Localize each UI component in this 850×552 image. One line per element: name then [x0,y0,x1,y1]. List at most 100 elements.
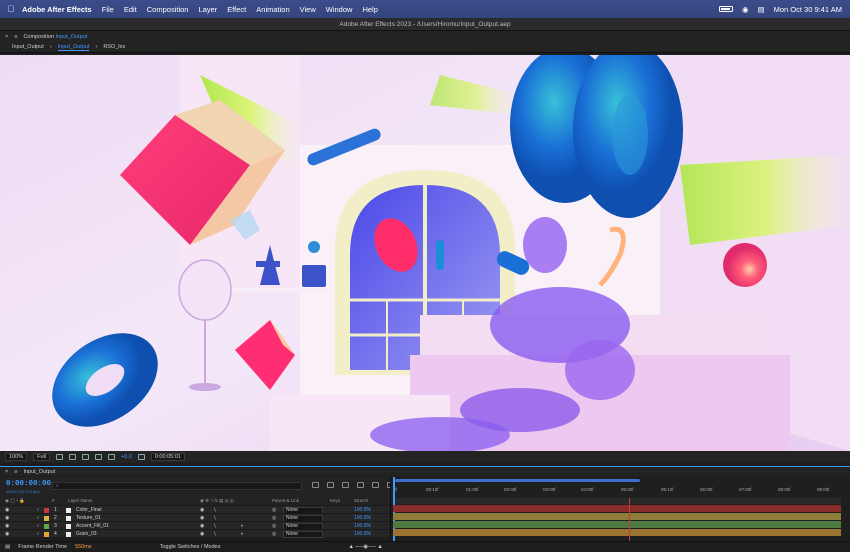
shy-switch-icon[interactable]: ◉ [200,531,204,537]
wifi-icon[interactable]: ◉ [742,5,749,14]
stretch-value[interactable]: 100.0% [354,531,371,537]
current-time[interactable]: 0:00:05:01 [150,453,185,461]
timeline-comp-tab[interactable]: Input_Output [23,469,55,475]
artwork-canvas [0,55,850,451]
shy-icon[interactable] [342,482,349,488]
timeline-header: × ≡ Input_Output [0,466,850,476]
menu-animation[interactable]: Animation [256,5,289,14]
grid-icon[interactable] [68,454,76,460]
clock[interactable]: Mon Oct 30 9:41 AM [774,5,842,14]
label-color[interactable] [44,523,49,529]
close-icon[interactable]: × [5,469,8,475]
composition-name: Input_Output [55,33,88,40]
zoom-slider[interactable]: ▲ ──◉── ▲ [348,544,382,550]
channel-icon[interactable] [94,454,102,460]
col-parent: Parent & Link [272,498,300,503]
menu-composition[interactable]: Composition [147,5,189,14]
composition-label: Composition [23,33,55,40]
layer-bar[interactable] [393,529,841,536]
frame-blend-icon[interactable] [357,482,364,488]
ruler-tick: 05:12f [661,487,674,492]
ruler-tick: 09:00f [817,487,830,492]
app-menu[interactable]: Adobe After Effects [22,5,92,14]
menu-effect[interactable]: Effect [227,5,246,14]
menu-icon[interactable]: ≡ [14,34,17,40]
timecode[interactable]: 0:00:00:00 [6,480,51,488]
menu-icon[interactable]: ≡ [14,469,17,475]
close-icon[interactable]: × [5,34,8,40]
layer-number: 4 [54,531,57,537]
av-icons: ◉ ◯ • 🔒 [5,498,25,503]
layer-bar[interactable] [393,513,841,520]
expand-icon[interactable]: › [37,531,39,537]
layer-row[interactable]: ◉ › 1 Color_Final ◉ ∖ ◎ None 100.0% [0,505,390,514]
col-stretch: Stretch [354,498,369,503]
motion-blur-icon[interactable] [372,482,379,488]
label-color[interactable] [44,531,49,537]
chevron-left-icon[interactable]: ‹ [50,44,52,50]
control-center-icon[interactable]: ▤ [758,5,765,14]
window-title: Adobe After Effects 2023 - /Users/Hiromu… [0,18,850,31]
ruler-tick: 02:00f [504,487,517,492]
resolution-select[interactable]: Full [33,453,50,461]
menu-layer[interactable]: Layer [198,5,217,14]
tab-rso-lex[interactable]: RSO_lex [103,44,125,50]
layer-row[interactable]: ◉ › 2 Texture_01 ◉ ∖ ◎ None 100.0% [0,513,390,522]
menu-window[interactable]: Window [326,5,353,14]
switches-icons: ◉ ✻ ∖ fx ▤ ◎ ◎ [200,498,234,503]
layer-name[interactable]: Grain_03 [76,531,97,537]
layer-bar[interactable] [393,521,841,528]
pickwhip-icon[interactable]: ◎ [272,531,276,537]
visibility-icon[interactable]: ◉ [5,531,9,537]
tab-input-output[interactable]: Input_Output [12,44,44,50]
quality-switch-icon[interactable]: ∖ [213,531,216,537]
tab-input-output-active[interactable]: Input_Output [57,44,90,51]
composition-viewer[interactable] [0,55,850,451]
ruler-tick: 06:00f [700,487,713,492]
adjustment-icon[interactable]: ◑ [240,531,243,537]
timeline-scroll[interactable] [393,498,841,504]
comp-icon[interactable]: ▤ [5,544,10,550]
battery-icon[interactable] [718,6,733,12]
layer-row[interactable]: ◉ › 3 Accent_Fill_01 ◉ ∖ ◑ ◎ None 100.0% [0,521,390,530]
label-color[interactable] [44,507,49,513]
toggle-switches-button[interactable]: Toggle Switches / Modes [160,544,221,550]
col-layer-name[interactable]: Layer Name [68,498,93,503]
timeline-footer: ▤ Frame Render Time 550ms Toggle Switche… [0,541,850,552]
mask-icon[interactable] [81,454,89,460]
ruler-tick: 04:00f [581,487,594,492]
apple-icon[interactable]:  [0,4,22,14]
col-num: # [52,498,55,503]
composition-panel-header: × ≡ Composition Input_Output [0,31,850,42]
zoom-select[interactable]: 100% [5,453,28,461]
menu-edit[interactable]: Edit [124,5,137,14]
col-keys: Keys [330,498,341,503]
menu-help[interactable]: Help [362,5,377,14]
exposure-value[interactable]: +0.0 [121,454,132,460]
ruler-tick: 07:00f [739,487,752,492]
work-area-bar[interactable] [395,479,640,482]
region-icon[interactable] [55,454,63,460]
layer-type-icon [66,523,71,529]
layer-type-icon [66,531,71,537]
layer-row[interactable]: ◉ › 4 Grain_03 ◉ ∖ ◑ ◎ None 100.0% [0,529,390,538]
render-time: 550ms [75,544,92,550]
label-color[interactable] [44,515,49,521]
ruler-tick: 05:00f [621,487,634,492]
comp-flowchart-icon[interactable] [312,482,319,488]
layer-search-input[interactable]: ⌕ [52,482,302,490]
ruler-tick: 01:00f [466,487,479,492]
menu-file[interactable]: File [102,5,114,14]
composition-tabs: Input_Output ‹ Input_Output ‹ RSO_lex [0,42,850,53]
draft-3d-icon[interactable] [327,482,334,488]
timeline-tracks[interactable]: 0f 00:12f 01:00f 02:00f 03:00f 04:00f 05… [390,477,850,541]
parent-select[interactable]: None [283,530,323,538]
color-icon[interactable] [107,454,115,460]
time-ruler[interactable]: 0f 00:12f 01:00f 02:00f 03:00f 04:00f 05… [391,483,850,498]
camera-icon[interactable] [137,454,145,460]
ruler-tick: 00:12f [426,487,439,492]
frame-rate: 00000 (23.976 fps) [6,489,40,494]
menu-view[interactable]: View [300,5,316,14]
layer-bar[interactable] [393,505,841,512]
chevron-left-icon[interactable]: ‹ [95,44,97,50]
